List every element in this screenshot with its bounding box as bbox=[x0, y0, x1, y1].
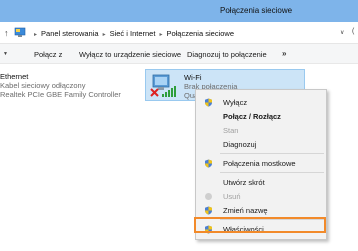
wifi-name: Wi-Fi bbox=[184, 73, 202, 82]
breadcrumb: ▸ Panel sterowania ▸ Sieć i Internet ▸ Połącz… bbox=[34, 29, 234, 38]
menu-item-bridge[interactable]: Połączenia mostkowe bbox=[196, 157, 326, 170]
connect-to-button[interactable]: Połącz z bbox=[34, 50, 62, 59]
organize-dropdown-icon[interactable]: ▼ bbox=[3, 51, 8, 57]
dropdown-icon[interactable]: ∨ bbox=[340, 29, 344, 36]
menu-separator bbox=[220, 153, 324, 154]
menu-item-status: Stan bbox=[223, 126, 239, 135]
control-panel-icon bbox=[14, 27, 26, 37]
address-bar[interactable]: ↑ ▸ Panel sterowania ▸ Sieć i Internet ▸ Połą… bbox=[0, 22, 358, 44]
breadcrumb-network-internet[interactable]: Sieć i Internet bbox=[110, 29, 156, 38]
menu-item-connect-disconnect[interactable]: Połącz / Rozłącz bbox=[196, 110, 326, 123]
menu-item-rename[interactable]: Zmień nazwę bbox=[196, 204, 326, 217]
diagnose-button[interactable]: Diagnozuj to połączenie bbox=[187, 50, 267, 59]
breadcrumb-control-panel[interactable]: Panel sterowania bbox=[41, 29, 99, 38]
uac-shield-icon bbox=[205, 98, 212, 107]
ethernet-name: Ethernet bbox=[0, 72, 29, 81]
disable-device-button[interactable]: Wyłącz to urządzenie sieciowe bbox=[79, 50, 181, 59]
uac-shield-icon bbox=[205, 206, 212, 215]
menu-item-delete: Usuń bbox=[196, 190, 326, 203]
disabled-x-icon bbox=[150, 88, 159, 97]
ethernet-device: Realtek PCIe GBE Family Controller bbox=[0, 90, 121, 99]
ethernet-connection[interactable]: Ethernet Kabel sieciowy odłączony Realte… bbox=[0, 72, 121, 99]
menu-separator bbox=[220, 172, 324, 173]
title-bar: Połączenia sieciowe bbox=[0, 0, 358, 22]
refresh-icon[interactable]: ( bbox=[352, 28, 354, 35]
up-arrow-icon[interactable]: ↑ bbox=[4, 28, 9, 38]
menu-item-create-shortcut[interactable]: Utwórz skrót bbox=[196, 176, 326, 189]
wifi-adapter-icon bbox=[150, 74, 176, 97]
ethernet-status: Kabel sieciowy odłączony bbox=[0, 81, 86, 90]
window-title: Połączenia sieciowe bbox=[220, 6, 293, 15]
uac-shield-icon bbox=[205, 159, 212, 168]
breadcrumb-network-connections[interactable]: Połączenia sieciowe bbox=[166, 29, 234, 38]
disabled-shield-icon bbox=[205, 193, 212, 200]
menu-item-disable[interactable]: Wyłącz bbox=[196, 96, 326, 109]
properties-highlight-box bbox=[194, 217, 326, 233]
more-commands-button[interactable]: » bbox=[282, 49, 286, 58]
menu-item-diagnose[interactable]: Diagnozuj bbox=[196, 138, 326, 151]
signal-bars-icon bbox=[162, 86, 176, 97]
command-bar: ▼ Połącz z Wyłącz to urządzenie sieciowe… bbox=[0, 44, 358, 64]
